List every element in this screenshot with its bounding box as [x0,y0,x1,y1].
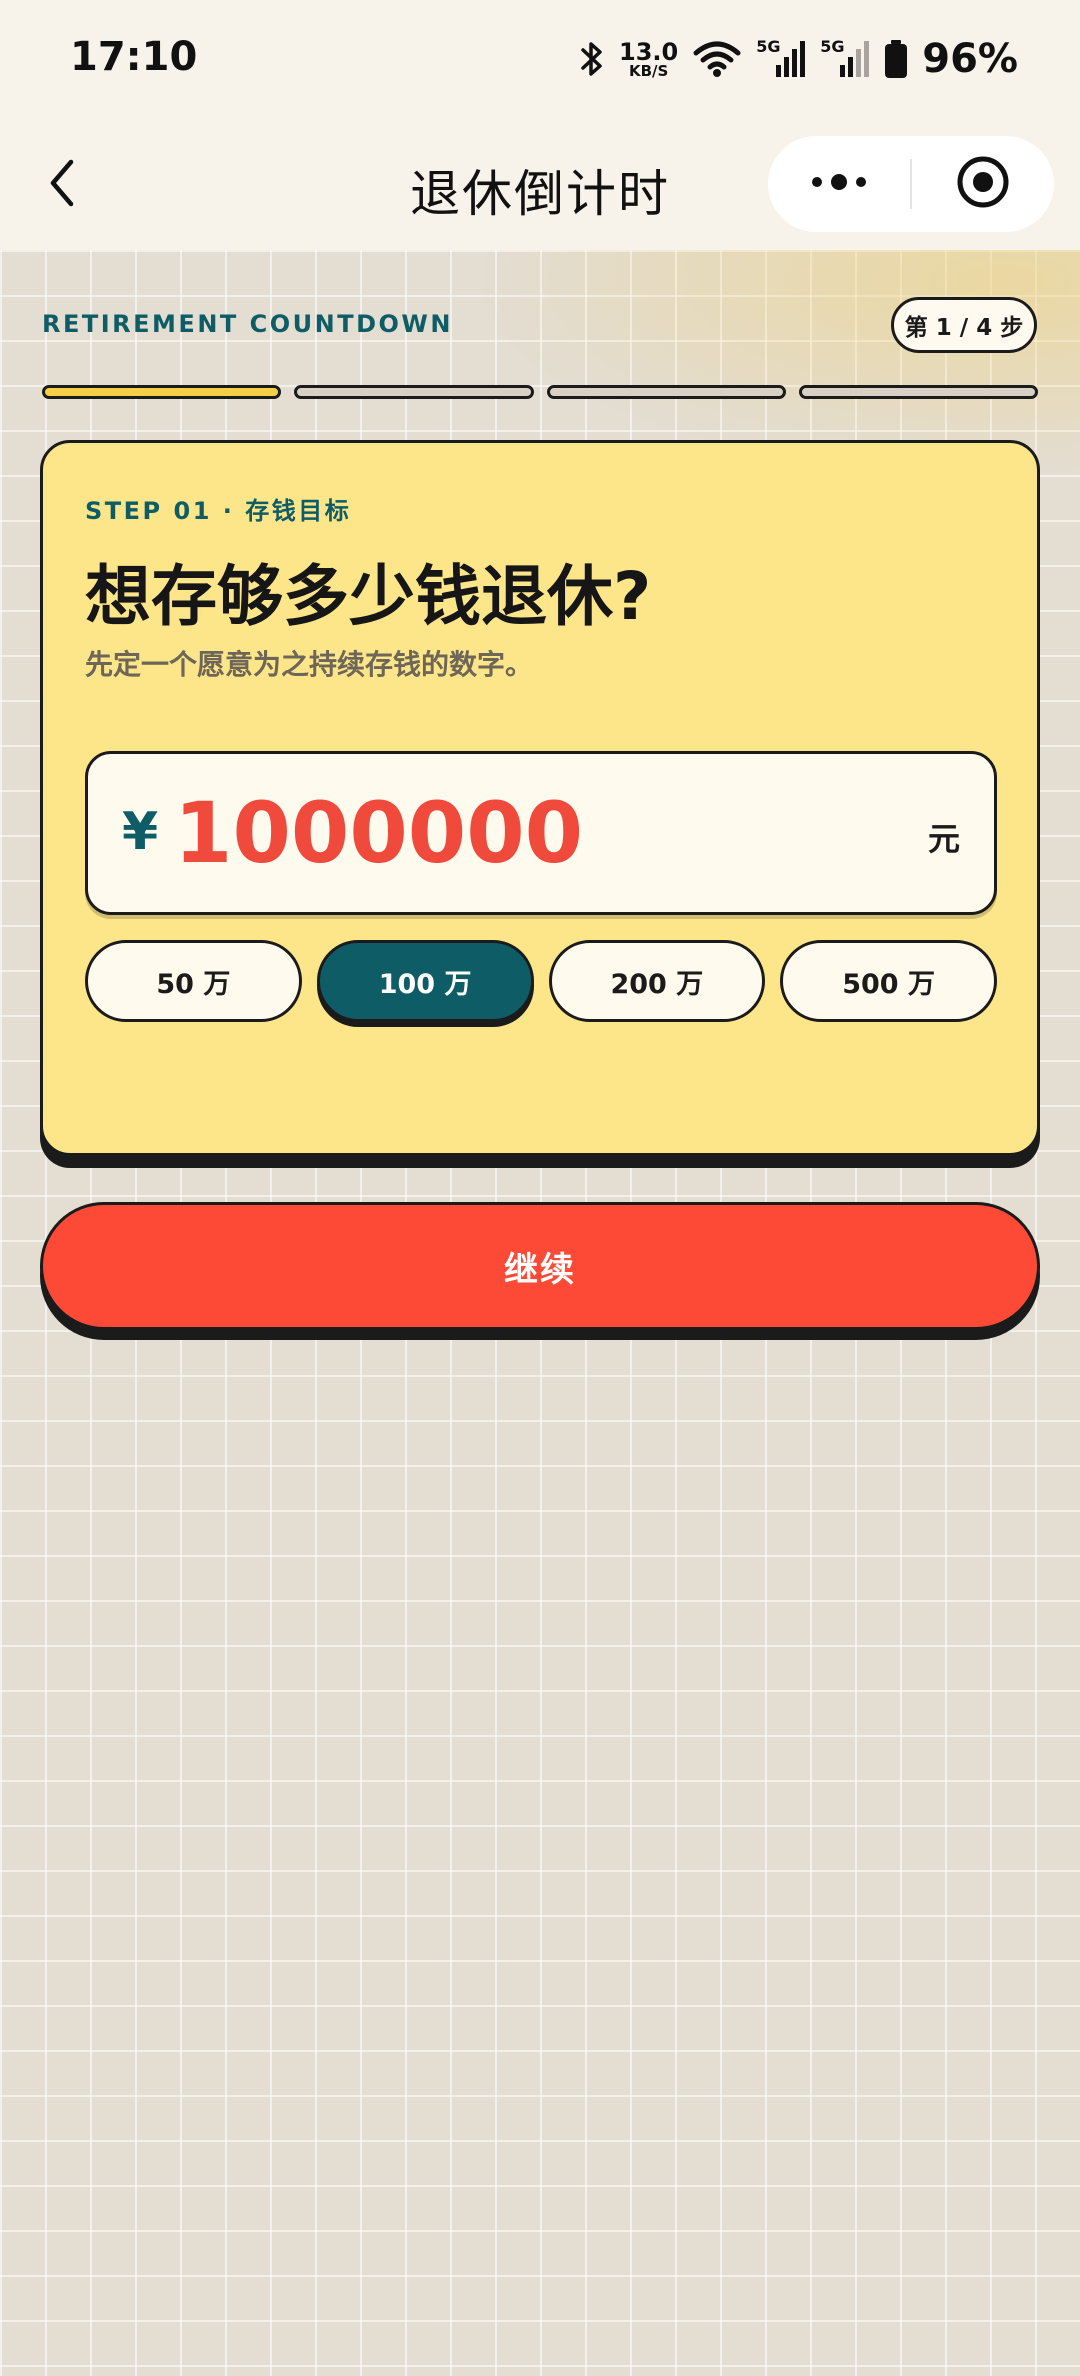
preset-100w-button[interactable]: 100 万 [316,940,534,1022]
savings-goal-card: STEP 01 · 存钱目标 想存够多少钱退休? 先定一个愿意为之持续存钱的数字… [40,440,1040,1156]
amount-input[interactable]: ¥ 1000000 元 [85,751,997,915]
amount-value: 1000000 [174,784,584,882]
more-dots-icon [809,172,869,196]
status-icons: 13.0 KB/S 5G 5G 96% [579,34,1018,84]
network-speed: 13.0 KB/S [619,40,678,79]
amount-unit: 元 [927,820,960,858]
preset-amounts: 50 万 100 万 200 万 500 万 [85,940,997,1026]
miniprogram-capsule [768,136,1054,232]
step-badge: 第 1 / 4 步 [891,297,1037,353]
step-label: STEP 01 · 存钱目标 [85,497,352,525]
progress-segment-4 [798,385,1038,399]
target-icon [955,154,1011,214]
battery-icon [884,39,908,79]
continue-button[interactable]: 继续 [40,1202,1040,1330]
progress-segment-3 [546,385,786,399]
helper-text: 先定一个愿意为之持续存钱的数字。 [85,648,534,681]
wifi-icon [692,39,742,79]
step-progress [42,385,1038,401]
progress-segment-2 [294,385,534,399]
progress-segment-1 [42,385,282,399]
preset-200w-button[interactable]: 200 万 [548,940,766,1022]
nav-bar: 退休倒计时 [0,130,1080,240]
status-time: 17:10 [70,34,198,80]
more-button[interactable] [768,136,910,232]
question-heading: 想存够多少钱退休? [85,558,652,635]
preset-500w-button[interactable]: 500 万 [780,940,997,1022]
eyebrow-title: RETIREMENT COUNTDOWN [42,310,453,338]
status-bar: 17:10 13.0 KB/S 5G 5G 96% [0,0,1080,118]
signal-icon: 5G [756,37,806,79]
bluetooth-icon [579,39,605,79]
speed-unit: KB/S [628,61,669,80]
close-target-button[interactable] [912,136,1054,232]
signal-icon-2: 5G [820,37,870,79]
speed-value: 13.0 [619,37,679,66]
battery-percent: 96% [922,36,1018,82]
preset-50w-button[interactable]: 50 万 [85,940,302,1022]
currency-symbol: ¥ [122,802,159,862]
